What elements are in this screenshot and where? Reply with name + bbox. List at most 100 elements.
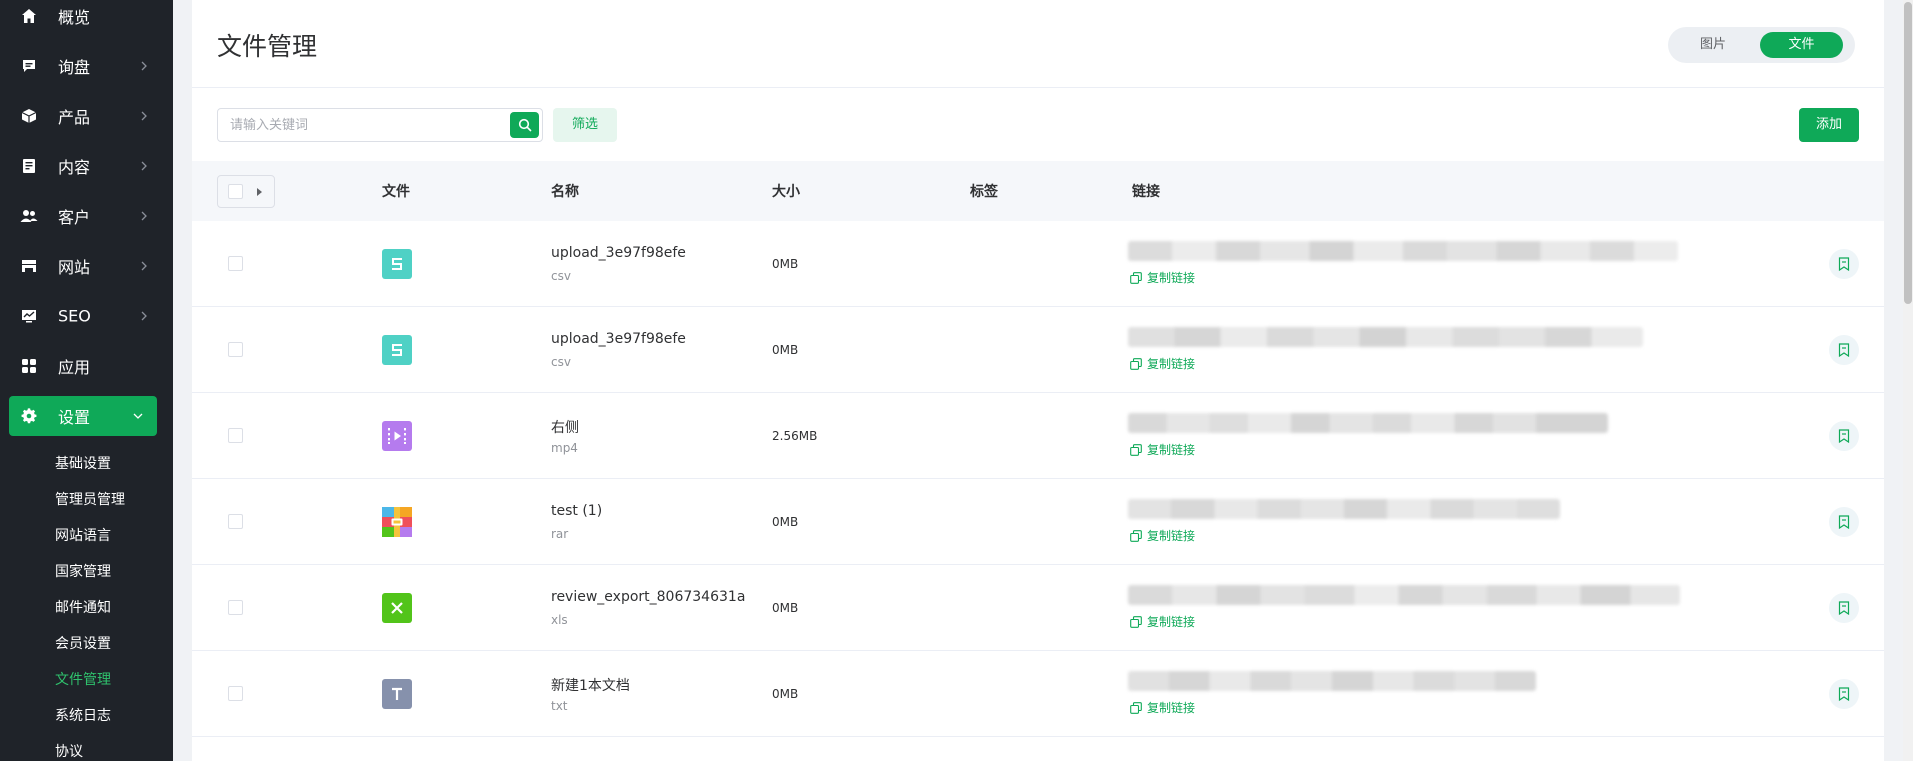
copy-link-label: 复制链接 [1147, 357, 1196, 371]
tab-files[interactable]: 文件 [1760, 32, 1843, 58]
row-checkbox[interactable] [228, 428, 243, 443]
submenu-item-country-management[interactable]: 国家管理 [55, 562, 111, 582]
table-row: review_export_806734631a xls 0MB 复制链接 [192, 565, 1884, 651]
sidebar-item-seo[interactable]: SEO [0, 296, 173, 336]
users-icon [20, 207, 38, 225]
copy-link-button[interactable]: 复制链接 [1130, 699, 1195, 716]
sidebar-item-label: 客户 [58, 208, 91, 227]
table-row: upload_3e97f98efe csv 0MB 复制链接 [192, 307, 1884, 393]
scrollbar-thumb[interactable] [1904, 2, 1912, 304]
submenu-item-file-management[interactable]: 文件管理 [55, 670, 111, 690]
copy-link-label: 复制链接 [1147, 271, 1196, 285]
box-icon [20, 107, 38, 125]
bookmark-icon [1838, 429, 1850, 443]
file-size: 2.56MB [772, 429, 818, 443]
tag-button[interactable] [1829, 335, 1859, 365]
view-switcher: 图片 文件 [1668, 27, 1855, 63]
column-header-link: 链接 [1132, 184, 1160, 200]
copy-link-button[interactable]: 复制链接 [1130, 355, 1195, 372]
page-title: 文件管理 [217, 32, 318, 61]
chevron-right-icon [141, 61, 147, 71]
website-icon [20, 257, 38, 275]
sidebar-item-label: 概览 [58, 8, 91, 27]
copy-link-button[interactable]: 复制链接 [1130, 613, 1195, 630]
file-name: upload_3e97f98efe [551, 245, 686, 261]
csv-file-icon [382, 335, 412, 365]
page-scrollbar[interactable] [1903, 0, 1913, 761]
row-checkbox[interactable] [228, 256, 243, 271]
file-size: 0MB [772, 257, 799, 271]
tag-button[interactable] [1829, 679, 1859, 709]
chevron-right-icon [141, 311, 147, 321]
select-all-checkbox[interactable] [228, 184, 243, 199]
sidebar-item-customers[interactable]: 客户 [0, 196, 173, 236]
row-checkbox[interactable] [228, 342, 243, 357]
column-header-tag: 标签 [970, 184, 998, 200]
file-size: 0MB [772, 601, 799, 615]
copy-link-label: 复制链接 [1147, 701, 1196, 715]
select-all-dropdown[interactable] [217, 175, 275, 208]
sidebar-item-label: SEO [58, 306, 91, 326]
message-icon [20, 57, 38, 75]
sidebar-item-inquiry[interactable]: 询盘 [0, 46, 173, 86]
row-checkbox[interactable] [228, 600, 243, 615]
copy-link-button[interactable]: 复制链接 [1130, 527, 1195, 544]
file-size: 0MB [772, 343, 799, 357]
chevron-right-icon [141, 211, 147, 221]
file-link-redacted [1128, 241, 1678, 261]
submenu-item-email-notification[interactable]: 邮件通知 [55, 598, 111, 618]
sidebar-item-overview[interactable]: 概览 [0, 0, 173, 36]
copy-link-button[interactable]: 复制链接 [1130, 441, 1195, 458]
file-link-redacted [1128, 413, 1608, 433]
row-checkbox[interactable] [228, 686, 243, 701]
search-input[interactable] [218, 109, 508, 141]
search-box [217, 108, 543, 142]
submenu-item-admin-management[interactable]: 管理员管理 [55, 490, 125, 510]
add-button[interactable]: 添加 [1799, 108, 1859, 142]
copy-link-button[interactable]: 复制链接 [1130, 269, 1195, 286]
copy-icon [1130, 529, 1142, 542]
submenu-item-website-language[interactable]: 网站语言 [55, 526, 111, 546]
file-name: 新建1本文档 [551, 678, 630, 694]
copy-icon [1130, 701, 1142, 714]
tag-button[interactable] [1829, 593, 1859, 623]
tag-button[interactable] [1829, 507, 1859, 537]
header-divider [192, 87, 1884, 88]
search-button[interactable] [510, 112, 539, 138]
bookmark-icon [1838, 687, 1850, 701]
bookmark-icon [1838, 343, 1850, 357]
copy-link-label: 复制链接 [1147, 529, 1196, 543]
submenu-item-agreement[interactable]: 协议 [55, 742, 83, 761]
apps-icon [20, 357, 38, 375]
bookmark-icon [1838, 515, 1850, 529]
archive-file-icon [382, 507, 412, 537]
table-row: upload_3e97f98efe csv 0MB 复制链接 [192, 221, 1884, 307]
copy-icon [1130, 357, 1142, 370]
column-header-name: 名称 [551, 184, 579, 200]
submenu-item-system-log[interactable]: 系统日志 [55, 706, 111, 726]
sidebar-item-products[interactable]: 产品 [0, 96, 173, 136]
tab-images[interactable]: 图片 [1682, 32, 1744, 58]
document-icon [20, 157, 38, 175]
sidebar-item-apps[interactable]: 应用 [0, 346, 173, 386]
submenu-item-basic-settings[interactable]: 基础设置 [55, 454, 111, 474]
row-checkbox[interactable] [228, 514, 243, 529]
tag-button[interactable] [1829, 249, 1859, 279]
sidebar-item-label: 应用 [58, 358, 91, 377]
bookmark-icon [1838, 601, 1850, 615]
gear-icon [20, 407, 38, 425]
sidebar-item-content[interactable]: 内容 [0, 146, 173, 186]
table-row: test (1) rar 0MB 复制链接 [192, 479, 1884, 565]
file-size: 0MB [772, 687, 799, 701]
submenu-item-member-settings[interactable]: 会员设置 [55, 634, 111, 654]
sidebar-item-settings[interactable]: 设置 [9, 396, 157, 436]
sidebar: 概览 询盘 产品 内容 客户 网站 SEO 应用 设置 基础设置 管理员管理 网… [0, 0, 173, 761]
tag-button[interactable] [1829, 421, 1859, 451]
file-size: 0MB [772, 515, 799, 529]
sidebar-item-website[interactable]: 网站 [0, 246, 173, 286]
copy-icon [1130, 271, 1142, 284]
caret-right-icon [257, 188, 262, 196]
filter-button[interactable]: 筛选 [553, 108, 617, 142]
chevron-right-icon [141, 261, 147, 271]
file-name: test (1) [551, 503, 603, 519]
